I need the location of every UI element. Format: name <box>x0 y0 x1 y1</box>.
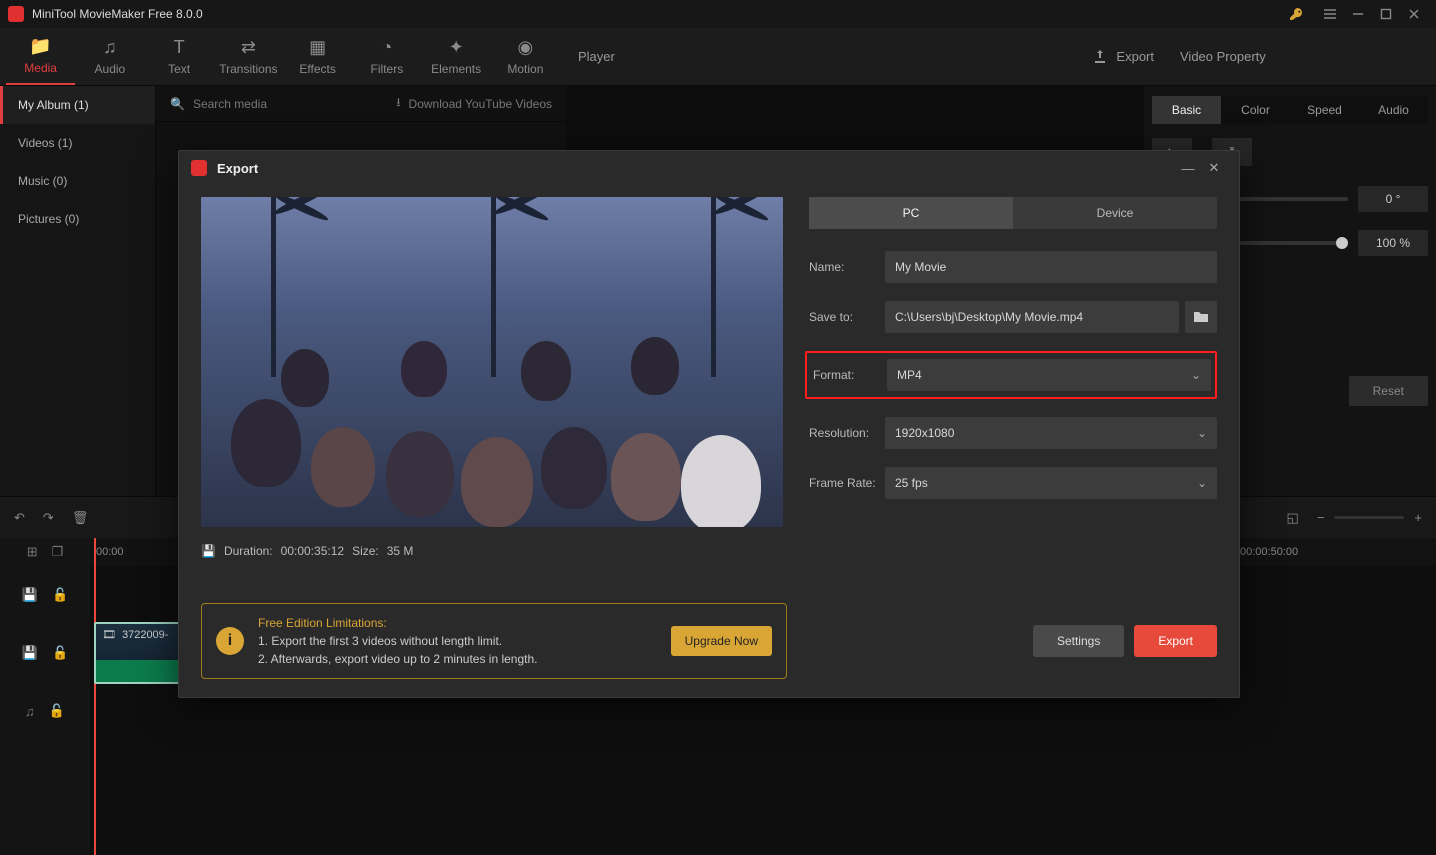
menu-icon[interactable] <box>1316 0 1344 28</box>
limitations-box: i Free Edition Limitations: 1. Export th… <box>201 603 787 679</box>
download-youtube-link[interactable]: Download YouTube Videos <box>409 97 552 111</box>
rotate-value: 0 ° <box>1358 186 1428 212</box>
playhead[interactable] <box>94 538 96 855</box>
minimize-icon[interactable] <box>1344 0 1372 28</box>
close-icon[interactable] <box>1400 0 1428 28</box>
export-preview-image <box>201 197 783 527</box>
main-toolbar: 📁Media ♫Audio TText ⇄Transitions ▦Effect… <box>0 28 566 86</box>
name-label: Name: <box>809 260 885 274</box>
tab-elements[interactable]: ✦Elements <box>422 28 491 85</box>
tab-transitions[interactable]: ⇄Transitions <box>214 28 283 85</box>
saveto-label: Save to: <box>809 310 885 324</box>
redo-icon[interactable]: ↷ <box>43 510 54 526</box>
music-track-icon[interactable]: ♫ <box>25 704 35 719</box>
tab-audio[interactable]: ♫Audio <box>75 28 144 85</box>
upgrade-button[interactable]: Upgrade Now <box>671 626 772 656</box>
zoom-control[interactable]: − + <box>1317 510 1422 525</box>
lock-track-icon[interactable]: 🔓 <box>52 645 68 661</box>
vp-tab-speed[interactable]: Speed <box>1290 96 1359 124</box>
limitations-header: Free Edition Limitations: <box>258 614 538 632</box>
sidebar-item-music[interactable]: Music (0) <box>0 162 155 200</box>
segment-device[interactable]: Device <box>1013 197 1217 229</box>
music-icon: ♫ <box>103 37 117 58</box>
export-target-segment: PC Device <box>809 197 1217 229</box>
segment-pc[interactable]: PC <box>809 197 1013 229</box>
chevron-down-icon: ⌄ <box>1197 476 1207 490</box>
export-icon <box>1092 49 1108 65</box>
text-icon: T <box>174 37 185 58</box>
premium-key-icon[interactable] <box>1282 0 1310 28</box>
save-icon: 💾 <box>201 544 216 558</box>
dialog-close-icon[interactable]: ✕ <box>1201 160 1227 176</box>
player-header: Player Export <box>566 28 1166 85</box>
saveto-input[interactable] <box>885 301 1179 333</box>
dialog-minimize-icon[interactable]: — <box>1175 161 1201 176</box>
format-label: Format: <box>813 368 887 382</box>
reset-button[interactable]: Reset <box>1349 376 1428 406</box>
dialog-logo-icon <box>191 160 207 176</box>
duration-value: 00:00:35:12 <box>281 544 344 558</box>
window-titlebar: MiniTool MovieMaker Free 8.0.0 <box>0 0 1436 28</box>
zoom-out-icon[interactable]: − <box>1317 510 1325 525</box>
sidebar-item-pictures[interactable]: Pictures (0) <box>0 200 155 238</box>
export-dialog: Export — ✕ <box>178 150 1240 698</box>
name-input[interactable] <box>885 251 1217 283</box>
transitions-icon: ⇄ <box>241 37 256 58</box>
duplicate-track-icon[interactable]: ❐ <box>52 544 64 560</box>
resolution-label: Resolution: <box>809 426 885 440</box>
duration-label: Duration: <box>224 544 273 558</box>
vp-tab-color[interactable]: Color <box>1221 96 1290 124</box>
opacity-value: 100 % <box>1358 230 1428 256</box>
sidebar-item-videos[interactable]: Videos (1) <box>0 124 155 162</box>
player-export-button[interactable]: Export <box>1116 49 1154 64</box>
search-icon: 🔍 <box>170 97 185 111</box>
chevron-down-icon: ⌄ <box>1191 368 1201 382</box>
sidebar-item-myalbum[interactable]: My Album (1) <box>0 86 155 124</box>
dialog-title: Export <box>217 161 258 176</box>
tab-filters[interactable]: ◔Filters <box>352 28 421 85</box>
video-property-header: Video Property <box>1166 28 1436 85</box>
export-button[interactable]: Export <box>1134 625 1217 657</box>
save-track-icon[interactable]: 💾 <box>22 645 38 661</box>
maximize-icon[interactable] <box>1372 0 1400 28</box>
size-value: 35 M <box>387 544 414 558</box>
format-select[interactable]: MP4 ⌄ <box>887 359 1211 391</box>
delete-icon[interactable]: 🗑 <box>72 510 89 526</box>
tab-media[interactable]: 📁Media <box>6 28 75 85</box>
tab-text[interactable]: TText <box>145 28 214 85</box>
browse-folder-button[interactable] <box>1185 301 1217 333</box>
motion-icon: ◉ <box>518 37 534 58</box>
tab-motion[interactable]: ◉Motion <box>491 28 560 85</box>
resolution-select[interactable]: 1920x1080 ⌄ <box>885 417 1217 449</box>
filters-icon: ◔ <box>381 37 392 58</box>
download-icon: ⭳ <box>396 93 400 114</box>
lock-track-icon[interactable]: 🔓 <box>52 587 68 603</box>
lock-track-icon[interactable]: 🔓 <box>49 703 65 719</box>
effects-icon: ▦ <box>309 37 326 58</box>
vp-tab-basic[interactable]: Basic <box>1152 96 1221 124</box>
app-title: MiniTool MovieMaker Free 8.0.0 <box>32 7 203 21</box>
undo-icon[interactable]: ↶ <box>14 510 25 526</box>
limitations-line2: 2. Afterwards, export video up to 2 minu… <box>258 650 538 668</box>
search-input[interactable]: Search media <box>193 97 396 111</box>
zoom-in-icon[interactable]: + <box>1414 510 1422 525</box>
add-track-icon[interactable]: ⊞ <box>27 544 38 560</box>
clip-icon: 🎞 <box>102 628 116 641</box>
save-track-icon[interactable]: 💾 <box>22 587 38 603</box>
folder-icon: 📁 <box>29 36 51 57</box>
size-label: Size: <box>352 544 379 558</box>
fps-label: Frame Rate: <box>809 476 885 490</box>
elements-icon: ✦ <box>449 37 464 58</box>
app-logo-icon <box>8 6 24 22</box>
album-sidebar: My Album (1) Videos (1) Music (0) Pictur… <box>0 86 156 496</box>
chevron-down-icon: ⌄ <box>1197 426 1207 440</box>
fps-select[interactable]: 25 fps ⌄ <box>885 467 1217 499</box>
limitations-line1: 1. Export the first 3 videos without len… <box>258 632 538 650</box>
tab-effects[interactable]: ▦Effects <box>283 28 352 85</box>
info-icon: i <box>216 627 244 655</box>
crop-icon[interactable]: ◱ <box>1287 510 1299 526</box>
vp-tab-audio[interactable]: Audio <box>1359 96 1428 124</box>
settings-button[interactable]: Settings <box>1033 625 1124 657</box>
player-title: Player <box>578 49 615 64</box>
